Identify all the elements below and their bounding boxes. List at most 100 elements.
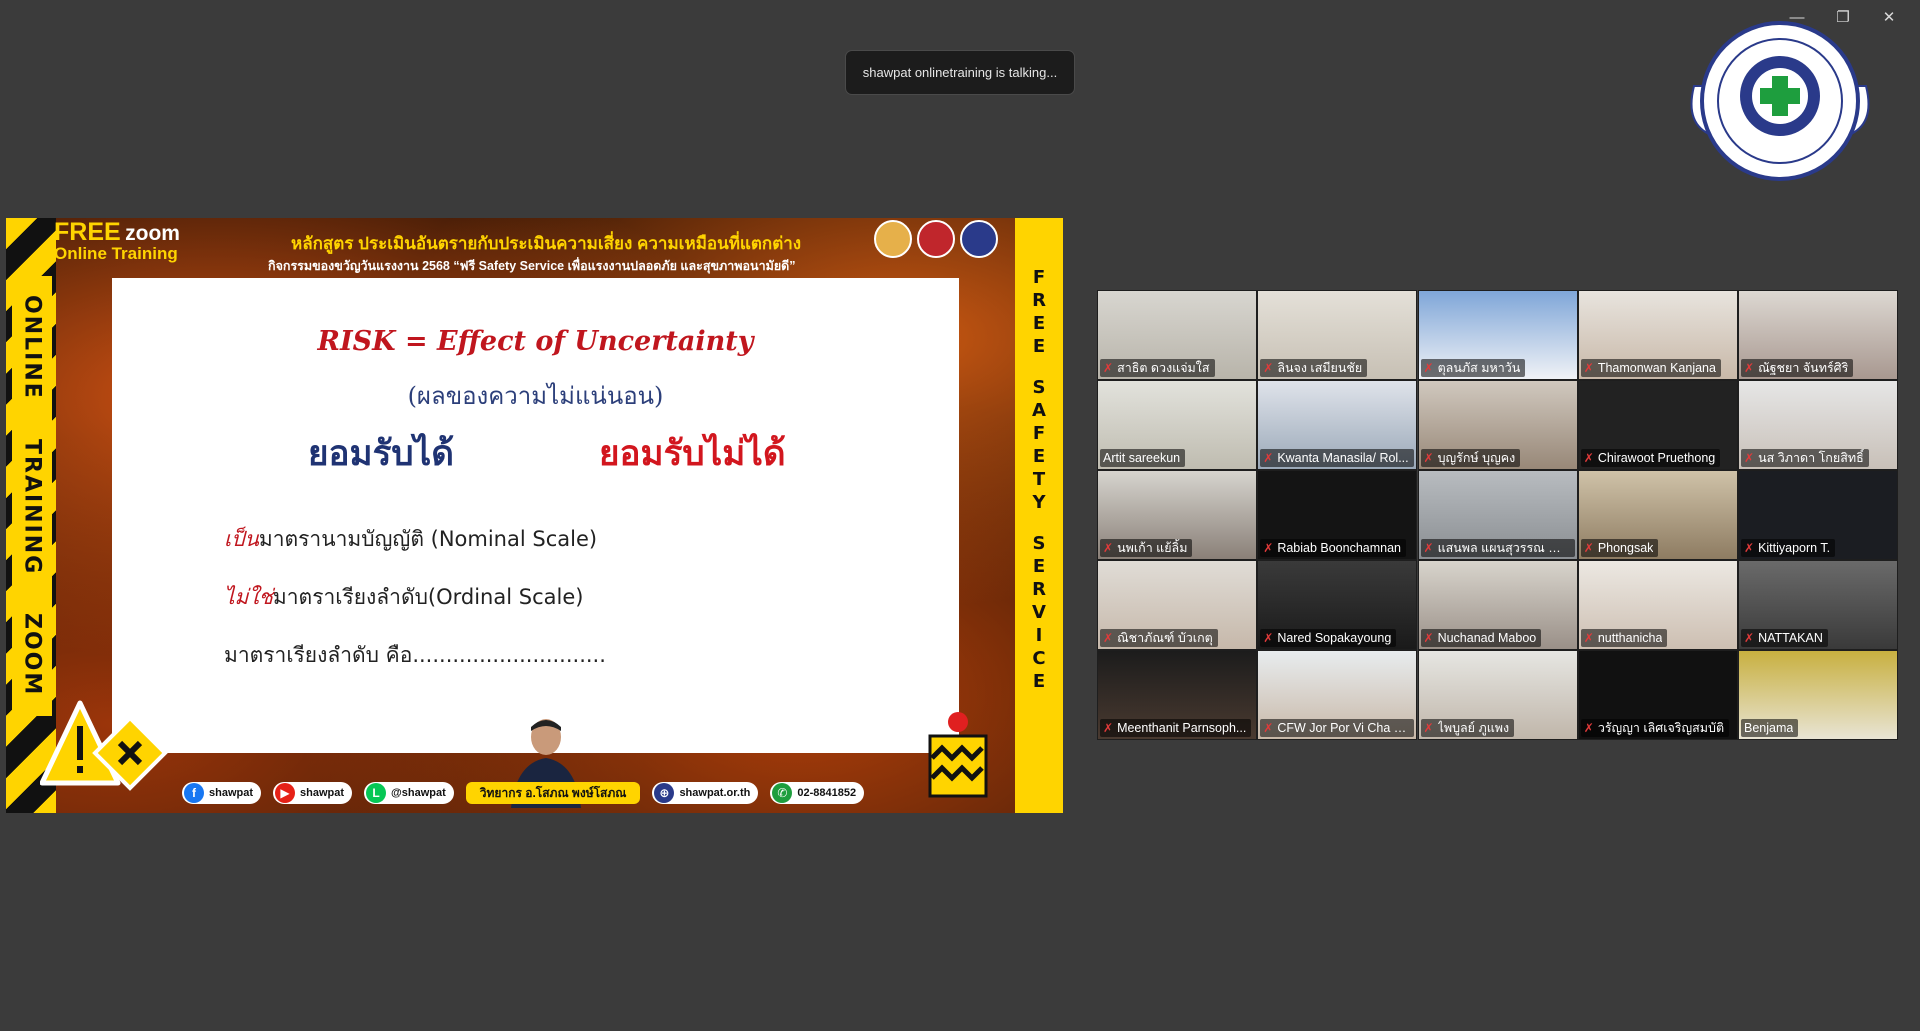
mic-muted-icon: ✗ bbox=[1423, 451, 1434, 465]
participant-tile[interactable]: ✗ Nared Sopakayoung bbox=[1257, 560, 1418, 650]
participant-name: Nared Sopakayoung bbox=[1277, 631, 1392, 645]
participant-name: ตุลนภัส มหาวัน bbox=[1437, 361, 1521, 375]
participant-name: Meenthanit Parnsoph... bbox=[1117, 721, 1247, 735]
mic-muted-icon: ✗ bbox=[1423, 541, 1434, 555]
participant-tile[interactable]: ✗ ตุลนภัส มหาวัน bbox=[1417, 290, 1578, 380]
right-band-letter: E bbox=[1032, 313, 1046, 334]
unacceptable-label: ยอมรับไม่ได้ bbox=[599, 434, 786, 474]
participant-name: ไพบูลย์ ภูแพง bbox=[1437, 721, 1510, 735]
participant-tile[interactable]: ✗ nutthanicha bbox=[1577, 560, 1738, 650]
mic-muted-icon: ✗ bbox=[1103, 541, 1114, 555]
participant-nameplate: ✗ ตุลนภัส มหาวัน bbox=[1420, 359, 1526, 377]
shared-screen[interactable]: ONLINE TRAINING ZOOM FREESAFETYSERVICE F… bbox=[6, 218, 1063, 813]
right-band-letter: E bbox=[1032, 556, 1046, 577]
participant-nameplate: ✗ Meenthanit Parnsoph... bbox=[1100, 719, 1252, 737]
brand-online-training: Online Training bbox=[54, 244, 178, 263]
participant-nameplate: ✗ สาธิต ดวงแจ่มใส bbox=[1100, 359, 1215, 377]
participant-tile[interactable]: ✗ ลินจง เสมียนชัย bbox=[1257, 290, 1418, 380]
participant-name: Benjama bbox=[1744, 721, 1794, 735]
youtube-link[interactable]: ▶ shawpat bbox=[273, 782, 353, 804]
participant-tile[interactable]: ✗ Meenthanit Parnsoph... bbox=[1097, 650, 1257, 740]
slide-line-3: มาตราเรียงลำดับ คือ.....................… bbox=[224, 643, 606, 667]
right-band-letter: Y bbox=[1032, 492, 1046, 513]
facebook-link[interactable]: f shawpat bbox=[182, 782, 262, 804]
participant-tile[interactable]: ✗ บุญรักษ์ บุญคง bbox=[1417, 380, 1578, 470]
right-band-letter: S bbox=[1032, 533, 1046, 554]
participant-name: ณิชาภัณฑ์ บัวเกตุ bbox=[1117, 631, 1213, 645]
facebook-icon: f bbox=[184, 783, 204, 803]
slide-line-1-text: มาตรานามบัญญัติ (Nominal Scale) bbox=[258, 527, 598, 551]
participant-tile[interactable]: ✗ Thamonwan Kanjana bbox=[1577, 290, 1738, 380]
participant-tile[interactable]: ✗ แสนพล แผนสุวรรณ Rol... bbox=[1417, 470, 1578, 560]
mic-muted-icon: ✗ bbox=[1744, 631, 1755, 645]
slide-line-1: เป็นมาตรานามบัญญัติ (Nominal Scale) bbox=[224, 523, 597, 556]
emblem-icon bbox=[874, 220, 912, 258]
participant-tile[interactable]: Artit sareekun bbox=[1097, 380, 1257, 470]
participant-nameplate: ✗ Kittiyaporn T. bbox=[1741, 539, 1836, 557]
participant-name: Phongsak bbox=[1597, 541, 1654, 555]
line-icon: L bbox=[366, 783, 387, 803]
right-band-letter: A bbox=[1032, 400, 1046, 421]
participant-tile[interactable]: ✗ Chirawoot Pruethong bbox=[1577, 380, 1738, 470]
road-barrier-icon bbox=[928, 712, 988, 798]
participant-nameplate: Artit sareekun bbox=[1100, 449, 1186, 467]
course-subtitle: กิจกรรมของขวัญวันแรงงาน 2568 “ฟรี Safety… bbox=[268, 259, 796, 273]
slide-line-2: ไม่ใช่มาตราเรียงลำดับ(Ordinal Scale) bbox=[224, 581, 583, 614]
participant-tile[interactable]: ✗ วรัญญา เลิศเจริญสมบัติ bbox=[1577, 650, 1738, 740]
right-band-letter: C bbox=[1032, 648, 1046, 669]
participant-nameplate: ✗ Nared Sopakayoung bbox=[1260, 629, 1397, 647]
mic-muted-icon: ✗ bbox=[1583, 541, 1594, 555]
slide-line-2-highlight: ไม่ใช่ bbox=[224, 585, 273, 609]
right-band-letter: F bbox=[1032, 423, 1046, 444]
participant-name: Artit sareekun bbox=[1103, 451, 1181, 465]
emblem-icon bbox=[917, 220, 955, 258]
participant-name: Nuchanad Maboo bbox=[1437, 631, 1537, 645]
participant-nameplate: ✗ วรัญญา เลิศเจริญสมบัติ bbox=[1580, 719, 1730, 737]
participant-nameplate: ✗ แสนพล แผนสุวรรณ Rol... bbox=[1420, 539, 1575, 557]
participant-tile[interactable]: ✗ Rabiab Boonchamnan bbox=[1257, 470, 1418, 560]
zoom-meeting-window: — ❐ ✕ shawpat onlinetraining is talking.… bbox=[0, 0, 1920, 1031]
mic-muted-icon: ✗ bbox=[1583, 361, 1594, 375]
line-link[interactable]: L @shawpat bbox=[364, 782, 454, 804]
emblems bbox=[874, 220, 998, 258]
participant-tile[interactable]: Benjama bbox=[1738, 650, 1898, 740]
participant-nameplate: ✗ นส วิภาดา โกยสิทธิ์ bbox=[1741, 449, 1869, 467]
participant-name: นส วิภาดา โกยสิทธิ์ bbox=[1758, 451, 1864, 465]
participant-gallery: ✗ สาธิต ดวงแจ่มใส ✗ ลินจง เสมียนชัย ✗ ตุลนภัส… bbox=[1097, 290, 1898, 740]
slide-line-1-highlight: เป็น bbox=[224, 527, 259, 551]
participant-name: Rabiab Boonchamnan bbox=[1277, 541, 1402, 555]
participant-tile[interactable]: ✗ Kittiyaporn T. bbox=[1738, 470, 1898, 560]
website-link[interactable]: ⊕ shawpat.or.th bbox=[652, 782, 759, 804]
participant-tile[interactable]: ✗ Kwanta Manasila/ Rol... bbox=[1257, 380, 1418, 470]
participant-tile[interactable]: ✗ สาธิต ดวงแจ่มใส bbox=[1097, 290, 1257, 380]
course-title: หลักสูตร ประเมินอันตรายกับประเมินความเสี… bbox=[291, 234, 802, 253]
right-band-letter: E bbox=[1032, 446, 1046, 467]
participant-nameplate: ✗ Nuchanad Maboo bbox=[1420, 629, 1542, 647]
participant-tile[interactable]: ✗ ไพบูลย์ ภูแพง bbox=[1417, 650, 1578, 740]
participant-tile[interactable]: ✗ นส วิภาดา โกยสิทธิ์ bbox=[1738, 380, 1898, 470]
participant-nameplate: ✗ นพเก้า แย้ลิ้ม bbox=[1100, 539, 1193, 557]
left-band-text: TRAINING bbox=[19, 438, 45, 575]
participant-nameplate: ✗ Chirawoot Pruethong bbox=[1580, 449, 1721, 467]
participant-tile[interactable]: ✗ ณิชาภัณฑ์ บัวเกตุ bbox=[1097, 560, 1257, 650]
phone-link[interactable]: ✆ 02-8841852 bbox=[770, 782, 865, 804]
participant-tile[interactable]: ✗ ณัฐชยา จันทร์ศิริ bbox=[1738, 290, 1898, 380]
participant-tile[interactable]: ✗ Phongsak bbox=[1577, 470, 1738, 560]
participant-nameplate: ✗ CFW Jor Por Vi Cha C... bbox=[1260, 719, 1415, 737]
mic-muted-icon: ✗ bbox=[1744, 451, 1755, 465]
participant-name: แสนพล แผนสุวรรณ Rol... bbox=[1437, 541, 1570, 555]
participant-tile[interactable]: ✗ Nuchanad Maboo bbox=[1417, 560, 1578, 650]
participant-name: ณัฐชยา จันทร์ศิริ bbox=[1758, 361, 1849, 375]
participant-name: บุญรักษ์ บุญคง bbox=[1437, 451, 1516, 465]
facebook-label: shawpat bbox=[209, 787, 254, 799]
participant-tile[interactable]: ✗ NATTAKAN bbox=[1738, 560, 1898, 650]
participant-name: Kittiyaporn T. bbox=[1758, 541, 1831, 555]
brand-free: FREE bbox=[54, 218, 121, 246]
right-band-letter: R bbox=[1032, 579, 1046, 600]
participant-tile[interactable]: ✗ นพเก้า แย้ลิ้ม bbox=[1097, 470, 1257, 560]
risk-title: RISK = Effect of Uncertainty bbox=[317, 326, 754, 357]
mic-muted-icon: ✗ bbox=[1263, 541, 1274, 555]
slide-line-2-text: มาตราเรียงลำดับ(Ordinal Scale) bbox=[272, 585, 584, 609]
participant-tile[interactable]: ✗ CFW Jor Por Vi Cha C... bbox=[1257, 650, 1418, 740]
phone-icon: ✆ bbox=[772, 783, 793, 803]
